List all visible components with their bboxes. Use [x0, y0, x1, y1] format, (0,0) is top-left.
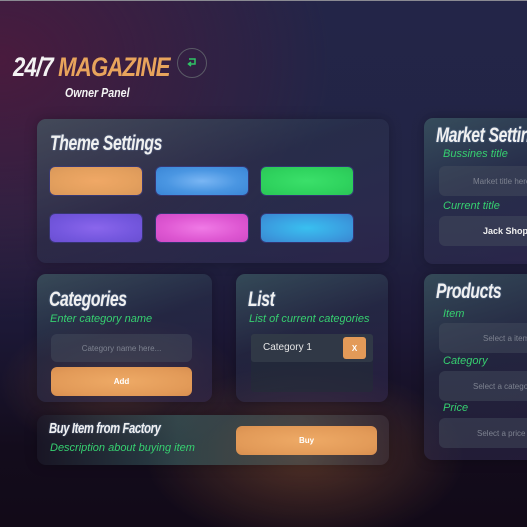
category-label: Category — [443, 355, 488, 367]
window-top-border — [0, 0, 527, 1]
list-card: List List of current categories Category… — [236, 274, 388, 402]
remove-category-button[interactable]: X — [343, 337, 366, 359]
buy-button[interactable]: Buy — [236, 426, 377, 455]
app-title: 24/7 MAGAZINE — [13, 50, 171, 84]
list-item: Category 1 X — [251, 334, 373, 362]
list-item-label: Category 1 — [263, 342, 312, 353]
price-label: Price — [443, 402, 469, 414]
item-label: Item — [443, 308, 465, 320]
list-title: List — [248, 288, 275, 311]
theme-swatch-green[interactable] — [261, 167, 353, 195]
brand-header: 24/7 MAGAZINE Owner Panel — [13, 50, 204, 100]
theme-swatch-pink[interactable] — [156, 214, 248, 242]
buy-item-title: Buy Item from Factory — [49, 420, 161, 437]
price-select[interactable]: Select a price — [439, 418, 527, 448]
list-label: List of current categories — [249, 313, 370, 325]
theme-swatch-orange[interactable] — [50, 167, 142, 195]
app-title-number: 24/7 — [13, 52, 54, 82]
buy-item-card: Buy Item from Factory Description about … — [37, 415, 389, 465]
category-name-label: Enter category name — [50, 313, 153, 325]
market-settings-card: Market Settings Bussines title Market ti… — [424, 118, 527, 264]
return-arrow-icon — [187, 58, 196, 67]
current-title-label: Current title — [443, 200, 500, 212]
theme-swatch-purple[interactable] — [50, 214, 142, 242]
category-select[interactable]: Select a category — [439, 371, 527, 401]
item-select[interactable]: Select a item — [439, 323, 527, 353]
products-title: Products — [436, 280, 502, 303]
theme-settings-title: Theme Settings — [50, 132, 163, 155]
back-button[interactable] — [177, 48, 207, 78]
categories-title: Categories — [49, 288, 127, 311]
market-settings-title: Market Settings — [436, 124, 527, 147]
business-title-input[interactable]: Market title here... — [439, 166, 527, 196]
current-title-value: Jack Shop — [439, 216, 527, 246]
theme-swatch-cyan[interactable] — [261, 214, 353, 242]
products-card: Products Item Select a item Category Sel… — [424, 274, 527, 460]
app-title-name: MAGAZINE — [58, 52, 170, 82]
add-category-button[interactable]: Add — [51, 367, 192, 396]
category-name-input[interactable]: Category name here... — [51, 334, 192, 362]
business-title-label: Bussines title — [443, 148, 508, 160]
categories-card: Categories Enter category name Category … — [37, 274, 212, 402]
app-subtitle: Owner Panel — [65, 85, 130, 100]
theme-swatch-blue[interactable] — [156, 167, 248, 195]
theme-settings-card: Theme Settings — [37, 119, 389, 263]
buy-item-description: Description about buying item — [50, 442, 195, 454]
